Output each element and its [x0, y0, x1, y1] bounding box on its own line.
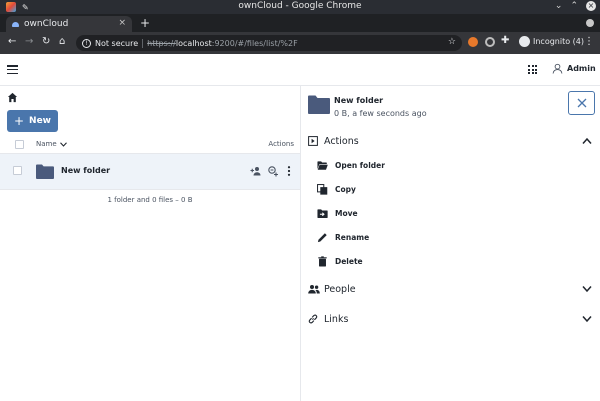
- extension-circle-icon[interactable]: [485, 37, 495, 47]
- tab-search-icon[interactable]: [586, 19, 594, 27]
- action-open-folder-label: Open folder: [335, 160, 385, 170]
- trash-icon: [318, 255, 327, 267]
- incognito-icon: [519, 36, 530, 47]
- details-sidebar: New folder 0 B, a few seconds ago Action…: [301, 86, 600, 401]
- sort-by-name[interactable]: Name: [36, 140, 67, 148]
- user-menu[interactable]: Admin: [552, 63, 596, 74]
- extension-fox-icon[interactable]: [468, 37, 478, 47]
- window-title: ownCloud - Google Chrome: [238, 1, 362, 11]
- file-count-summary: 1 folder and 0 files – 0 B: [107, 196, 193, 204]
- folder-icon: [36, 164, 54, 179]
- move-icon: [317, 208, 328, 218]
- reload-icon[interactable]: ↻: [42, 36, 50, 48]
- menu-hamburger-icon[interactable]: [7, 65, 18, 74]
- address-bar[interactable]: ! Not secure https://localhost:9200/#/fi…: [76, 35, 462, 51]
- browser-menu-icon[interactable]: ⋮: [584, 36, 594, 47]
- warning-icon[interactable]: !: [82, 38, 91, 48]
- app-header: Admin: [0, 54, 600, 86]
- column-name-label: Name: [36, 140, 57, 148]
- actions-panel-icon: [308, 136, 318, 146]
- close-icon: [577, 98, 586, 108]
- incognito-label: Incognito (4): [533, 37, 584, 46]
- sidebar-close-button[interactable]: [568, 91, 595, 115]
- actions-panel-label: Actions: [324, 135, 359, 147]
- owncloud-favicon-icon: [12, 21, 19, 27]
- select-all-checkbox[interactable]: [15, 140, 24, 149]
- pencil-icon: [317, 232, 327, 242]
- files-pane: + New Name Actions New folder 1 folder a…: [0, 86, 300, 401]
- tab-strip: ownCloud × +: [0, 14, 600, 32]
- tab-title: ownCloud: [24, 19, 69, 29]
- link-icon: [308, 314, 318, 324]
- row-checkbox[interactable]: [13, 166, 22, 175]
- browser-toolbar: ← → ↻ ⌂ ! Not secure https://localhost:9…: [0, 32, 600, 54]
- copy-icon: [317, 183, 328, 195]
- url-scheme: https://: [147, 38, 176, 48]
- plus-icon: +: [13, 114, 25, 128]
- minimize-icon[interactable]: ⌄: [555, 1, 563, 11]
- chevron-up-icon: [582, 137, 592, 144]
- url-text[interactable]: https://localhost:9200/#/files/list/%2F: [147, 39, 298, 48]
- bookmark-star-icon[interactable]: ☆: [448, 37, 456, 47]
- new-button-label: New: [29, 116, 51, 126]
- home-icon[interactable]: [7, 92, 18, 103]
- window-close-icon[interactable]: ×: [586, 1, 596, 11]
- incognito-indicator[interactable]: Incognito (4): [519, 36, 584, 47]
- security-label[interactable]: Not secure: [95, 38, 144, 48]
- forward-icon[interactable]: →: [25, 36, 33, 48]
- url-host: localhost: [175, 38, 212, 48]
- extensions-puzzle-icon[interactable]: ✚: [501, 35, 509, 47]
- tab-close-icon[interactable]: ×: [118, 18, 126, 28]
- user-name: Admin: [567, 64, 596, 73]
- url-path: :9200/#/files/list/%2F: [211, 38, 298, 48]
- add-people-icon[interactable]: [250, 165, 262, 177]
- actions-panel-header[interactable]: Actions: [301, 133, 600, 149]
- browser-tab-owncloud[interactable]: ownCloud ×: [6, 16, 132, 32]
- os-title-bar: ✎ ownCloud - Google Chrome ⌄ ⌃ ×: [0, 0, 600, 14]
- new-button[interactable]: + New: [7, 110, 58, 132]
- column-actions-label: Actions: [268, 140, 294, 148]
- people-icon: [308, 285, 320, 294]
- folder-open-icon: [317, 160, 328, 170]
- file-list-header: Name Actions: [0, 138, 300, 154]
- chevron-down-icon: [582, 316, 592, 323]
- sort-chevron-icon: [59, 141, 67, 147]
- people-panel-header[interactable]: People: [301, 281, 600, 297]
- app-switcher-icon[interactable]: [528, 65, 537, 74]
- links-panel-label: Links: [324, 313, 349, 325]
- chevron-down-icon: [582, 286, 592, 293]
- file-name[interactable]: New folder: [61, 166, 110, 175]
- sidebar-folder-icon: [308, 95, 330, 114]
- new-tab-button[interactable]: +: [140, 16, 150, 30]
- sidebar-title: New folder: [334, 96, 384, 105]
- add-link-icon[interactable]: [267, 165, 279, 177]
- action-rename-label: Rename: [335, 232, 370, 242]
- action-move-label: Move: [335, 208, 358, 218]
- more-actions-icon[interactable]: [283, 165, 295, 177]
- sidebar-meta: 0 B, a few seconds ago: [334, 109, 427, 118]
- action-delete-label: Delete: [335, 256, 363, 266]
- home-browser-icon[interactable]: ⌂: [59, 36, 65, 48]
- action-copy-label: Copy: [335, 184, 356, 194]
- back-icon[interactable]: ←: [8, 36, 16, 48]
- maximize-icon[interactable]: ⌃: [570, 1, 578, 11]
- people-panel-label: People: [324, 283, 356, 295]
- table-row[interactable]: New folder: [0, 154, 300, 190]
- links-panel-header[interactable]: Links: [301, 311, 600, 327]
- user-icon: [552, 63, 563, 74]
